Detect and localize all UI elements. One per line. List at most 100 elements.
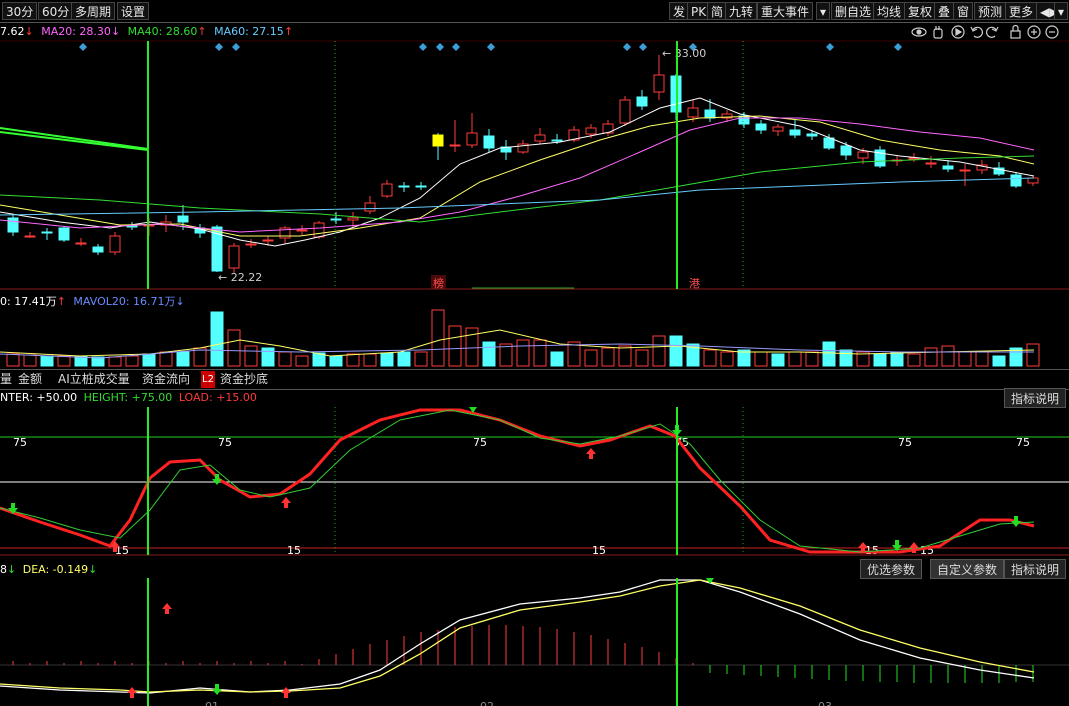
candle-body: [58, 227, 70, 241]
volume-bar: [261, 347, 275, 367]
buy-arrow-icon: [162, 603, 172, 614]
tab-ai-volume[interactable]: AI立桩成交量: [58, 371, 130, 388]
event-diamond: [894, 43, 902, 51]
price-low-label: ← 22.22: [218, 271, 262, 284]
volume-bar: [941, 345, 955, 367]
volume-bar: [703, 349, 717, 367]
custom-params-button[interactable]: 自定义参数: [930, 559, 1005, 579]
buy-arrow-icon: [586, 448, 596, 459]
candle-body: [126, 225, 138, 228]
volume-bar: [601, 347, 615, 367]
candle-body: [925, 162, 937, 165]
tag-bang[interactable]: 榜: [433, 276, 444, 290]
volume-bar: [397, 351, 411, 367]
kline-chart-area[interactable]: 7575757575751515151515 010203 ← 33.00 ← …: [0, 0, 1069, 706]
buy-arrow-icon: [127, 687, 137, 698]
indicator-tabs: 量 金额 AI立桩成交量 资金流向 L2 资金抄底: [0, 369, 1069, 390]
date-axis-label: 02: [480, 700, 494, 706]
mavol20-arrow: ↓: [175, 295, 185, 308]
volume-bar: [57, 355, 71, 367]
mavol20-value: MAVOL20: 16.71万: [73, 295, 176, 308]
volume-bar: [652, 335, 666, 367]
indicator-panel-macd: 01 02 03: [0, 578, 1069, 706]
buy-arrow-icon: [281, 687, 291, 698]
volume-bar: [550, 351, 564, 367]
event-diamond: [452, 43, 460, 51]
candle-body: [364, 202, 376, 212]
volume-bar: [346, 353, 360, 367]
tag-gang[interactable]: 港: [689, 277, 700, 290]
volume-value: 0: 17.41万: [0, 295, 57, 308]
candle-body: [942, 165, 954, 170]
macd-help-button[interactable]: 指标说明: [1004, 559, 1067, 579]
label-75: 75: [13, 436, 27, 449]
volume-bar: [40, 355, 54, 367]
event-diamond: [623, 43, 631, 51]
candle-body: [653, 74, 665, 93]
volume-bar: [975, 351, 989, 367]
label-75: 75: [898, 436, 912, 449]
event-diamond: [639, 43, 647, 51]
volume-bar: [244, 345, 258, 367]
event-diamond: [436, 43, 444, 51]
tab-amount[interactable]: 金额: [18, 371, 42, 388]
dea-arrow: ↓: [88, 563, 98, 576]
label-75: 75: [473, 436, 487, 449]
candle-body: [772, 126, 784, 132]
volume-legend: 0: 17.41万↑ MAVOL20: 16.71万↓: [0, 293, 185, 309]
candle-body: [41, 231, 53, 234]
dif-value: 8: [0, 563, 7, 576]
sell-arrow-icon: [212, 474, 222, 485]
l2-badge: L2: [201, 371, 215, 388]
price-high-label: ← 33.00: [662, 47, 706, 60]
volume-bar: [618, 345, 632, 367]
candle-body: [840, 145, 852, 156]
volume-bar: [805, 351, 819, 367]
volume-bar: [6, 353, 20, 367]
sell-arrow-icon: [1011, 516, 1021, 527]
volume-bar: [176, 351, 190, 367]
volume-bar: [839, 349, 853, 367]
macd-dif-line: [0, 579, 1035, 694]
candle-body: [245, 243, 257, 246]
volume-bar: [822, 341, 836, 367]
candle-body: [687, 107, 699, 118]
volume-bar: [431, 309, 445, 367]
candle-body: [806, 133, 818, 137]
sell-arrow-icon: [212, 684, 222, 695]
volume-bar: [159, 351, 173, 367]
event-diamond: [487, 43, 495, 51]
event-diamond: [215, 43, 223, 51]
volume-bar: [907, 353, 921, 367]
tab-capital-flow[interactable]: 资金流向: [142, 371, 190, 388]
candle-body: [1010, 174, 1022, 187]
volume-bar: [125, 355, 139, 367]
tab-volume[interactable]: 量: [0, 371, 12, 388]
optimal-params-button[interactable]: 优选参数: [860, 559, 923, 579]
volume-bar: [227, 329, 241, 367]
volume-bar: [329, 355, 343, 367]
volume-bar: [278, 351, 292, 367]
candle-body: [398, 185, 410, 188]
volume-bar: [754, 351, 768, 367]
candle-body: [857, 151, 869, 159]
candle-body: [738, 115, 750, 125]
volume-bar: [584, 349, 598, 367]
price-panel: [0, 43, 1039, 289]
tab-capital-bottom[interactable]: 资金抄底: [220, 371, 268, 388]
candle-body: [449, 144, 461, 147]
volume-bar: [890, 351, 904, 367]
event-diamond: [79, 43, 87, 51]
macd-dea-line: [0, 579, 1035, 693]
trend-line-a: [0, 127, 149, 150]
candle-body: [262, 239, 274, 242]
event-diamond: [419, 43, 427, 51]
volume-bar: [482, 341, 496, 367]
indicator-help-button[interactable]: 指标说明: [1004, 388, 1067, 408]
volume-bar: [992, 355, 1006, 367]
candle-body: [466, 132, 478, 146]
candle-body: [789, 129, 801, 136]
volume-bar: [669, 335, 683, 367]
trend-line-b: [0, 131, 149, 151]
volume-bar: [788, 351, 802, 367]
